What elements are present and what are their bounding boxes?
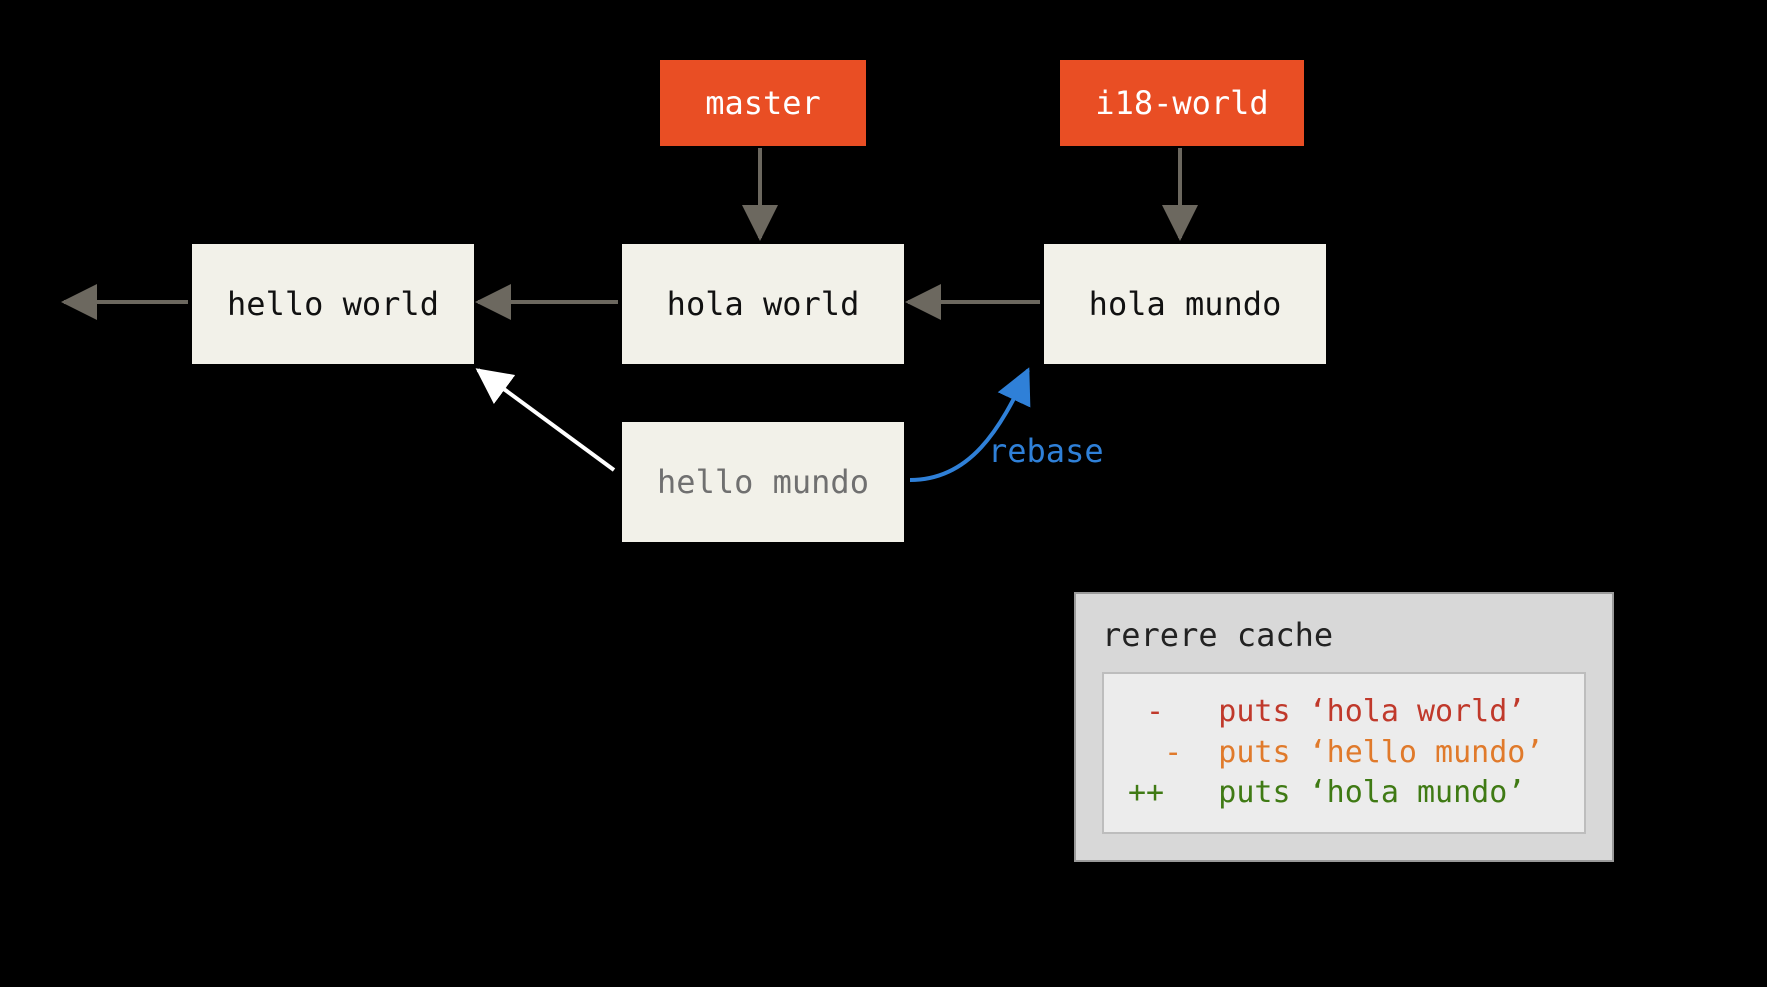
commit-label: hello world <box>227 285 439 323</box>
diff-line: - puts ‘hello mundo’ <box>1128 735 1543 770</box>
commit-hello-world: hello world <box>192 244 474 364</box>
rerere-cache-body: - puts ‘hola world’ - puts ‘hello mundo’… <box>1102 672 1586 834</box>
branch-label: master <box>705 84 821 122</box>
commit-label: hello mundo <box>657 463 869 501</box>
commit-label: hola mundo <box>1089 285 1282 323</box>
commit-hola-world: hola world <box>622 244 904 364</box>
commit-hello-mundo: hello mundo <box>622 422 904 542</box>
rerere-cache-panel: rerere cache - puts ‘hola world’ - puts … <box>1074 592 1614 862</box>
diagram-stage: master i18-world hello world hola world … <box>0 0 1767 987</box>
diff-line: ++ puts ‘hola mundo’ <box>1128 775 1525 810</box>
branch-tag-i18-world: i18-world <box>1060 60 1304 146</box>
branch-tag-master: master <box>660 60 866 146</box>
diff-line: - puts ‘hola world’ <box>1128 694 1525 729</box>
commit-hola-mundo: hola mundo <box>1044 244 1326 364</box>
rerere-cache-title: rerere cache <box>1102 616 1586 654</box>
branch-label: i18-world <box>1095 84 1268 122</box>
commit-label: hola world <box>667 285 860 323</box>
arrow-hello-mundo-to-hello-world <box>478 370 614 470</box>
rebase-label: rebase <box>988 432 1104 470</box>
